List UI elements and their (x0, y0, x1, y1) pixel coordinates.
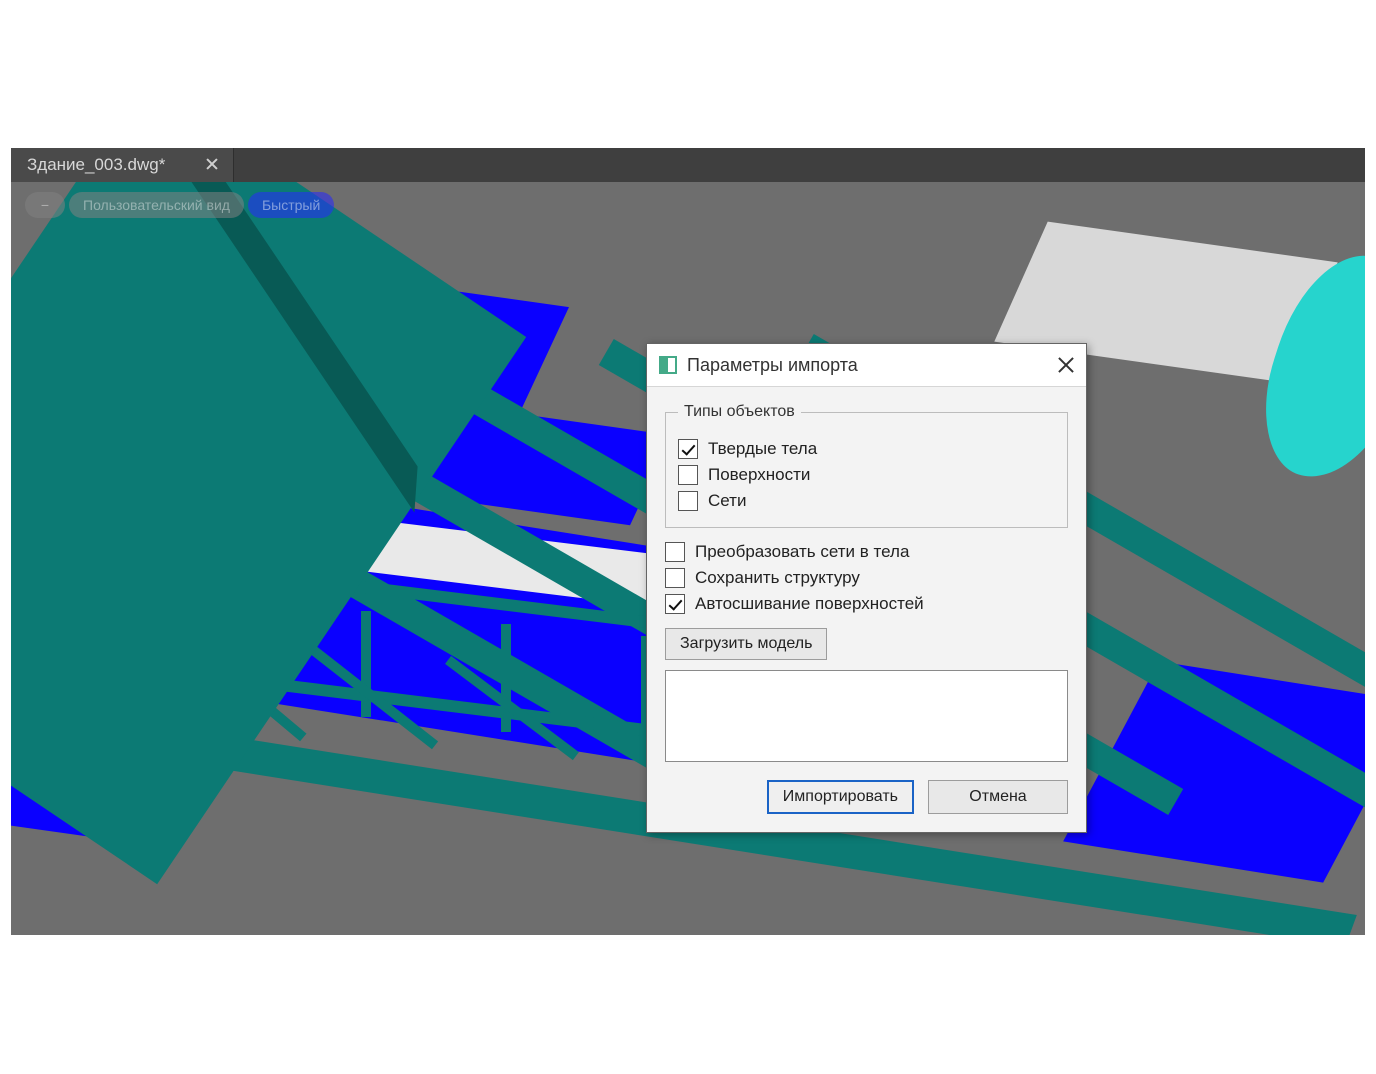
view-minus-button[interactable]: − (25, 192, 65, 218)
checkbox-label: Твердые тела (708, 439, 817, 459)
view-name-pill[interactable]: Пользовательский вид (69, 192, 244, 218)
checkbox-convert[interactable] (665, 542, 685, 562)
model-list-box[interactable] (665, 670, 1068, 762)
checkbox-row-meshes[interactable]: Сети (678, 491, 1055, 511)
dialog-titlebar[interactable]: Параметры импорта (647, 344, 1086, 387)
document-tab[interactable]: Здание_003.dwg* (11, 148, 234, 182)
object-types-legend: Типы объектов (678, 403, 801, 421)
cancel-button[interactable]: Отмена (928, 780, 1068, 814)
dialog-actions: Импортировать Отмена (665, 780, 1068, 814)
checkbox-row-keep[interactable]: Сохранить структуру (665, 568, 1068, 588)
import-params-dialog: Параметры импорта Типы объектов Твердые … (646, 343, 1087, 833)
dialog-body: Типы объектов Твердые тела Поверхности С… (647, 387, 1086, 832)
dialog-title: Параметры импорта (687, 355, 1056, 376)
view-mode-pill[interactable]: Быстрый (248, 192, 334, 218)
document-tab-title: Здание_003.dwg* (27, 155, 165, 175)
checkbox-keep[interactable] (665, 568, 685, 588)
checkbox-row-solids[interactable]: Твердые тела (678, 439, 1055, 459)
checkbox-label: Поверхности (708, 465, 810, 485)
view-controls: − Пользовательский вид Быстрый (25, 192, 334, 218)
dialog-app-icon (659, 356, 677, 374)
checkbox-autostitch[interactable] (665, 594, 685, 614)
import-button[interactable]: Импортировать (767, 780, 914, 814)
checkbox-label: Преобразовать сети в тела (695, 542, 909, 562)
checkbox-surfaces[interactable] (678, 465, 698, 485)
load-model-button[interactable]: Загрузить модель (665, 628, 827, 660)
document-tabstrip: Здание_003.dwg* (11, 148, 1365, 182)
checkbox-label: Сети (708, 491, 746, 511)
checkbox-label: Сохранить структуру (695, 568, 860, 588)
app-stage: Здание_003.dwg* − Пользовательский вид Б… (11, 148, 1365, 935)
checkbox-row-autostitch[interactable]: Автосшивание поверхностей (665, 594, 1068, 614)
checkbox-solids[interactable] (678, 439, 698, 459)
close-icon[interactable] (1056, 355, 1076, 375)
checkbox-row-convert[interactable]: Преобразовать сети в тела (665, 542, 1068, 562)
checkbox-meshes[interactable] (678, 491, 698, 511)
checkbox-label: Автосшивание поверхностей (695, 594, 924, 614)
object-types-group: Типы объектов Твердые тела Поверхности С… (665, 403, 1068, 528)
close-icon[interactable] (205, 158, 219, 172)
checkbox-row-surfaces[interactable]: Поверхности (678, 465, 1055, 485)
